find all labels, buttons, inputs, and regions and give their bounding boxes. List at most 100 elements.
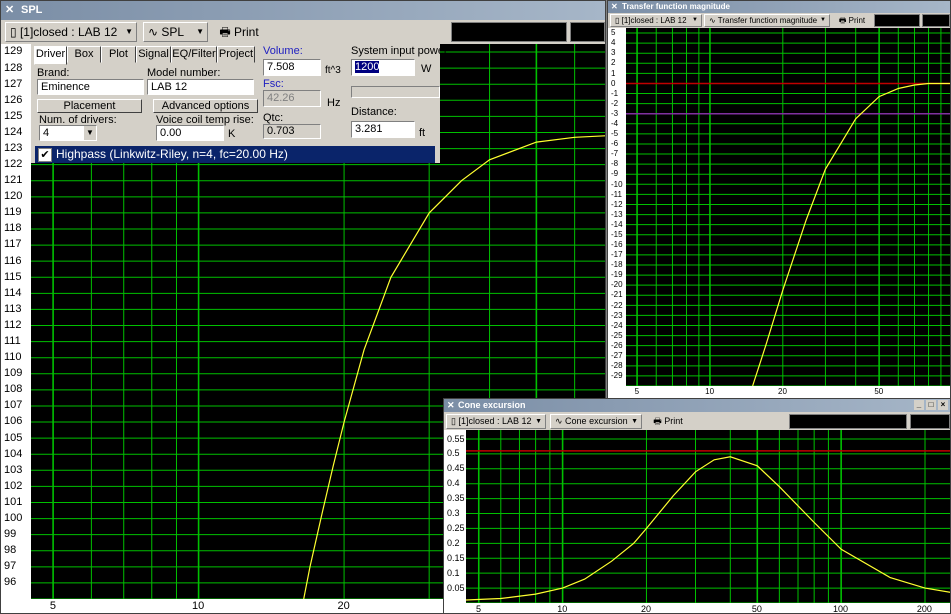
x-tick-label: 5 — [634, 387, 640, 396]
window-close-icon[interactable]: ✕ — [5, 1, 14, 20]
tf-title: Transfer function magnitude — [622, 2, 731, 11]
tf-config-dropdown[interactable]: ▯ [1]closed : LAB 12 ▼ — [610, 14, 702, 27]
spl-titlebar[interactable]: ✕ SPL — [1, 1, 605, 20]
print-button[interactable]: 🖶 Print — [214, 22, 264, 42]
y-tick-label: 111 — [4, 335, 21, 347]
y-tick-label: -5 — [611, 129, 619, 139]
y-tick-label: -4 — [611, 119, 619, 128]
y-tick-label: -16 — [611, 240, 623, 250]
y-tick-label: -11 — [611, 189, 622, 199]
tf-mode-dropdown[interactable]: ∿ Transfer function magnitude ▼ — [704, 14, 830, 27]
printer-icon: 🖶 — [653, 416, 662, 426]
y-tick-label: -29 — [611, 371, 623, 381]
tf-print-button[interactable]: 🖶 Print — [834, 14, 870, 27]
distance-field[interactable]: 3.281 — [351, 121, 415, 138]
tab-project[interactable]: Project — [217, 46, 255, 63]
tab-box[interactable]: Box — [67, 46, 101, 63]
x-tick-label: 20 — [778, 387, 787, 396]
y-tick-label: 4 — [611, 38, 616, 48]
x-tick-label: 5 — [476, 604, 482, 614]
filter-checkbox[interactable]: ✔ — [38, 148, 52, 162]
config-dropdown[interactable]: ▯ [1]closed : LAB 12 ▼ — [5, 22, 137, 42]
tab-driver[interactable]: Driver — [34, 46, 67, 65]
y-tick-label: 103 — [4, 463, 23, 476]
placement-button[interactable]: Placement — [37, 99, 142, 113]
y-tick-label: 0.2 — [447, 537, 460, 548]
filter-row[interactable]: ✔ Highpass (Linkwitz-Riley, n=4, fc=20.0… — [35, 146, 435, 163]
advanced-options-button[interactable]: Advanced options — [153, 99, 258, 113]
y-tick-label: -13 — [611, 209, 623, 219]
y-tick-label: 120 — [4, 190, 23, 203]
y-tick-label: -26 — [611, 340, 623, 350]
volume-label: Volume: — [263, 45, 303, 57]
vc-temp-unit: K — [228, 128, 236, 140]
volume-field[interactable]: 7.508 — [263, 59, 321, 76]
tf-window: ✕ Transfer function magnitude ▯ [1]close… — [607, 0, 951, 400]
tf-titlebar[interactable]: ✕ Transfer function magnitude — [608, 1, 950, 13]
vc-temp-field[interactable]: 0.00 — [156, 125, 224, 141]
x-tick-label: 10 — [705, 387, 715, 396]
y-tick-label: -2 — [611, 98, 619, 108]
distance-label: Distance: — [351, 106, 397, 118]
y-tick-label: 115 — [4, 270, 22, 283]
y-tick-label: -14 — [611, 219, 623, 229]
y-tick-label: 118 — [4, 222, 22, 235]
y-tick-label: 2 — [611, 58, 616, 68]
model-field[interactable]: LAB 12 — [147, 79, 254, 95]
chevron-down-icon: ▼ — [125, 27, 133, 36]
brand-label: Brand: — [37, 67, 70, 79]
y-tick-label: 0.35 — [447, 493, 465, 504]
x-tick-label: 20 — [337, 600, 350, 612]
tab-eq-filter[interactable]: EQ/Filter — [171, 46, 217, 63]
y-tick-label: 107 — [4, 399, 23, 412]
x-tick-label: 50 — [874, 387, 884, 396]
y-tick-label: 106 — [4, 415, 23, 428]
power-unit: W — [421, 63, 432, 75]
y-tick-label: 0.25 — [447, 523, 465, 534]
cone-titlebar[interactable]: ✕ Cone excursion _ □ × — [444, 399, 950, 412]
close-icon[interactable]: × — [938, 400, 948, 410]
power-field[interactable]: 1200 — [351, 59, 415, 76]
cone-status-box-1 — [789, 414, 907, 429]
window-close-icon[interactable]: ✕ — [611, 1, 618, 13]
file-icon: ▯ — [10, 25, 20, 39]
power-slider[interactable] — [351, 86, 440, 98]
cone-window: ✕ Cone excursion _ □ × ▯ [1]closed : LAB… — [443, 398, 951, 614]
y-tick-label: 0.15 — [447, 552, 465, 563]
y-tick-label: 98 — [4, 544, 17, 557]
cone-status-box-2 — [910, 414, 950, 429]
chevron-down-icon: ▼ — [692, 17, 698, 23]
y-tick-label: 119 — [4, 206, 22, 219]
x-tick-label: 50 — [751, 604, 762, 614]
y-tick-label: 0.4 — [447, 478, 460, 489]
cone-print-button[interactable]: 🖶 Print — [647, 414, 689, 429]
window-close-icon[interactable]: ✕ — [447, 399, 455, 412]
y-tick-label: 0.05 — [447, 582, 465, 593]
y-tick-label: -17 — [611, 250, 623, 260]
y-tick-label: 102 — [4, 479, 23, 492]
cone-x-axis: 5 10 20 50 100 200 — [444, 603, 950, 614]
y-tick-label: -6 — [611, 139, 619, 149]
brand-field[interactable]: Eminence — [37, 79, 144, 95]
cone-chart-svg — [466, 430, 950, 603]
maximize-icon[interactable]: □ — [926, 400, 936, 410]
y-tick-label: 114 — [4, 286, 22, 299]
spl-toolbar: ▯ [1]closed : LAB 12 ▼ ∿ SPL ▼ 🖶 Print — [1, 20, 605, 45]
tab-plot[interactable]: Plot — [101, 46, 136, 63]
minimize-icon[interactable]: _ — [914, 400, 924, 410]
mode-dropdown[interactable]: ∿ SPL ▼ — [143, 22, 208, 42]
qtc-label: Qtc: — [263, 112, 284, 124]
tab-signal[interactable]: Signal — [136, 46, 171, 63]
y-tick-label: 127 — [4, 77, 23, 90]
y-tick-label: -9 — [611, 169, 619, 179]
y-tick-label: 116 — [4, 254, 22, 267]
chevron-down-icon: ▼ — [196, 27, 204, 36]
num-drivers-select[interactable]: 4 ▼ — [39, 125, 97, 141]
y-tick-label: 117 — [4, 238, 22, 251]
cone-mode-dropdown[interactable]: ∿ Cone excursion ▼ — [550, 414, 642, 429]
waveform-icon: ∿ — [148, 25, 162, 39]
y-tick-label: 96 — [4, 576, 17, 589]
y-tick-label: -21 — [611, 290, 623, 300]
y-tick-label: -20 — [611, 280, 623, 290]
cone-config-dropdown[interactable]: ▯ [1]closed : LAB 12 ▼ — [446, 414, 546, 429]
